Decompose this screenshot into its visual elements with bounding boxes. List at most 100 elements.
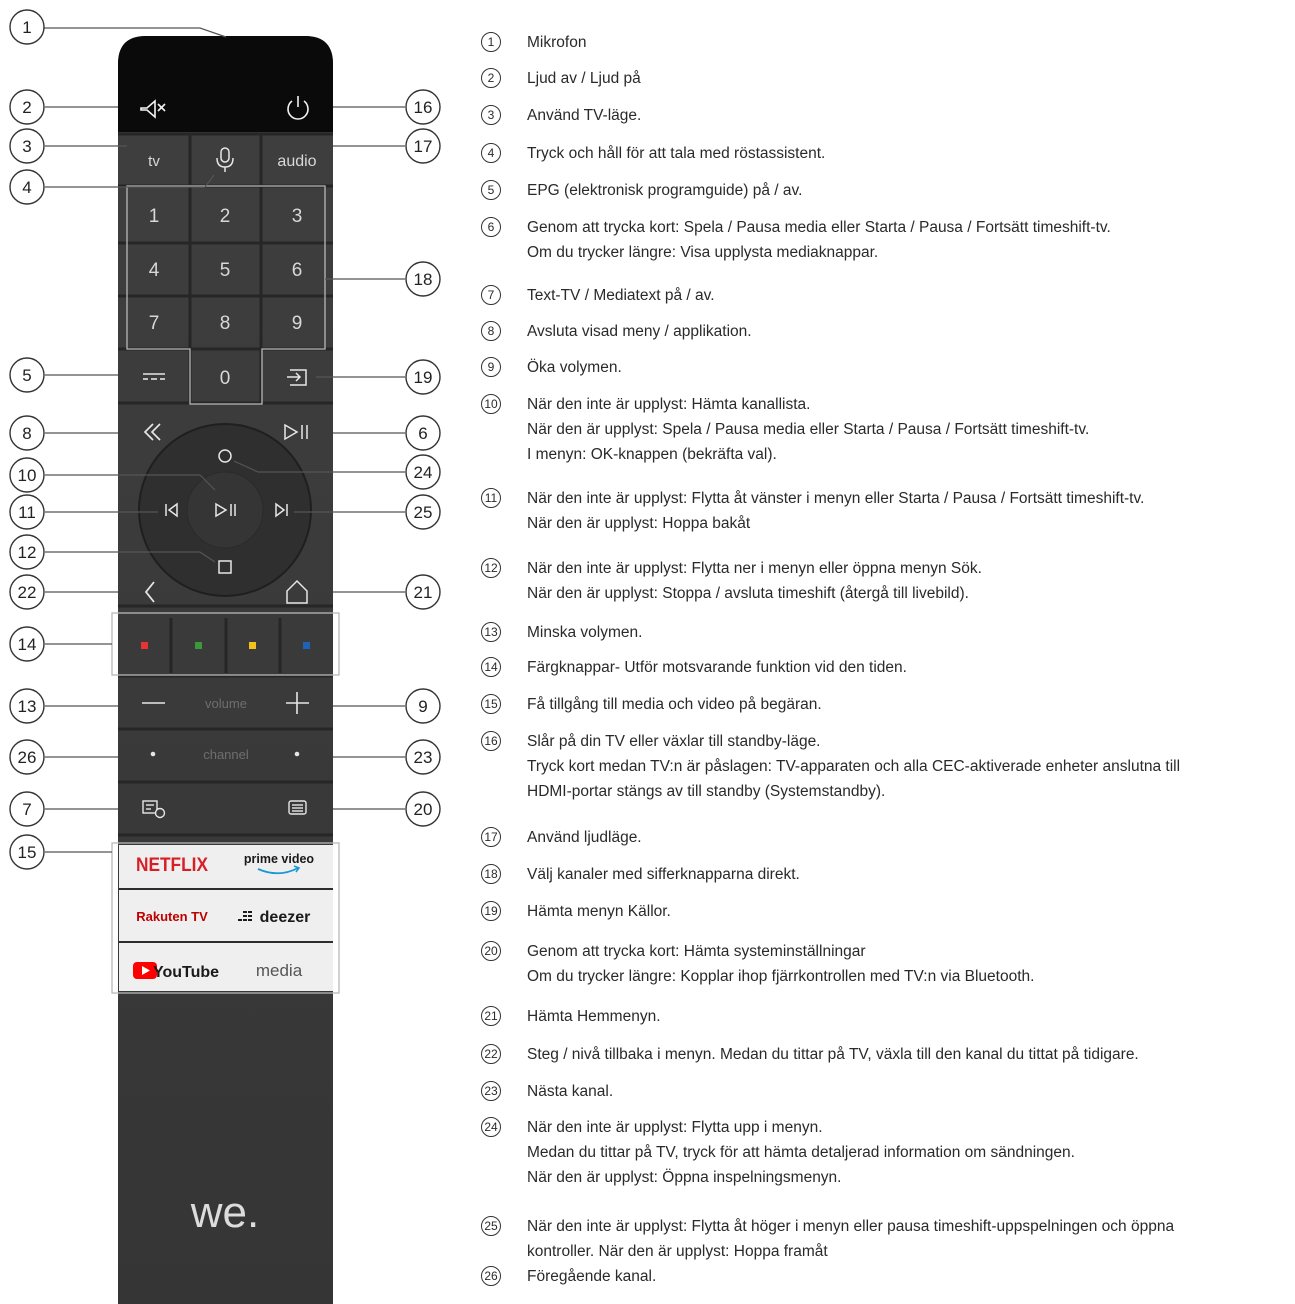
callout-12: 12 (9, 534, 45, 570)
svg-text:3: 3 (22, 137, 31, 156)
legend-text: Använd TV-läge. (527, 103, 641, 128)
digit-3-button[interactable]: 3 (292, 206, 303, 227)
legend-line: När den inte är upplyst: Hämta kanallist… (527, 396, 811, 413)
legend-text: Färgknappar- Utför motsvarande funktion … (527, 655, 907, 680)
svg-text:22: 22 (18, 583, 37, 602)
digit-5-button[interactable]: 5 (220, 260, 231, 281)
legend-number: 23 (481, 1081, 501, 1101)
legend-number: 1 (481, 32, 501, 52)
callout-16: 16 (405, 89, 441, 125)
callout-26: 26 (9, 739, 45, 775)
legend-number: 2 (481, 68, 501, 88)
legend-number: 3 (481, 105, 501, 125)
legend-line: Tryck kort medan TV:n är påslagen: TV-ap… (527, 758, 1181, 775)
digit-8-button[interactable]: 8 (220, 313, 231, 334)
legend-line: Avsluta visad meny / applikation. (527, 323, 752, 340)
svg-text:26: 26 (18, 748, 37, 767)
legend-line: Mikrofon (527, 34, 587, 51)
legend-text: När den inte är upplyst: Flytta ner i me… (527, 556, 982, 606)
legend-text: Avsluta visad meny / applikation. (527, 319, 752, 344)
svg-text:4: 4 (22, 178, 31, 197)
tv-button[interactable]: tv (148, 153, 160, 170)
svg-text:18: 18 (414, 270, 433, 289)
digit-1-button[interactable]: 1 (149, 206, 160, 227)
legend-text: EPG (elektronisk programguide) på / av. (527, 178, 802, 203)
legend-number: 16 (481, 731, 501, 751)
legend-number: 25 (481, 1216, 501, 1236)
prime-video-logo: prime video (244, 852, 315, 866)
digit-0-button[interactable]: 0 (220, 368, 231, 389)
digit-2-button[interactable]: 2 (220, 206, 231, 227)
rakuten-tv-button[interactable]: Rakuten TV (136, 909, 208, 924)
legend-line: Genom att trycka kort: Spela / Pausa med… (527, 219, 1111, 236)
legend-line: Föregående kanal. (527, 1268, 657, 1285)
blue-button[interactable] (303, 642, 310, 649)
svg-text:6: 6 (418, 424, 427, 443)
callout-2: 2 (9, 89, 45, 125)
legend-line: Tryck och håll för att tala med röstassi… (527, 145, 826, 162)
digit-9-button[interactable]: 9 (292, 313, 303, 334)
legend-line: I menyn: OK-knappen (bekräfta val). (527, 446, 777, 463)
legend-number: 10 (481, 394, 501, 414)
legend-line: Hämta Hemmenyn. (527, 1008, 661, 1025)
channel-label: channel (203, 747, 249, 762)
digit-4-button[interactable]: 4 (149, 260, 160, 281)
legend-text: Text-TV / Mediatext på / av. (527, 283, 715, 308)
svg-text:24: 24 (414, 463, 433, 482)
legend-text: Välj kanaler med sifferknapparna direkt. (527, 862, 800, 887)
legend-line: När den inte är upplyst: Flytta åt höger… (527, 1218, 1175, 1235)
legend-line: När den inte är upplyst: Flytta åt vänst… (527, 490, 1145, 507)
green-button[interactable] (195, 642, 202, 649)
legend-number: 7 (481, 285, 501, 305)
legend-line: Nästa kanal. (527, 1083, 614, 1100)
legend-text: När den inte är upplyst: Flytta åt vänst… (527, 486, 1144, 536)
svg-text:14: 14 (18, 635, 37, 654)
legend-text: Ljud av / Ljud på (527, 66, 641, 91)
legend-number: 8 (481, 321, 501, 341)
legend-text: Nästa kanal. (527, 1079, 613, 1104)
legend-text: Hämta menyn Källor. (527, 899, 671, 924)
netflix-button[interactable]: NETFLIX (136, 855, 208, 876)
svg-text:11: 11 (18, 503, 36, 522)
legend-line: Använd ljudläge. (527, 829, 642, 846)
legend-line: När den är upplyst: Stoppa / avsluta tim… (527, 585, 969, 602)
legend-line: EPG (elektronisk programguide) på / av. (527, 182, 803, 199)
channel-up-button[interactable] (294, 751, 300, 757)
callout-25: 25 (405, 494, 441, 530)
callout-6: 6 (405, 415, 441, 451)
media-button[interactable]: media (256, 961, 303, 980)
callout-11: 11 (9, 494, 45, 530)
legend-text: Föregående kanal. (527, 1264, 656, 1289)
legend-line: När den är upplyst: Öppna inspelningsmen… (527, 1169, 842, 1186)
audio-button[interactable]: audio (277, 153, 316, 170)
callout-1: 1 (9, 9, 45, 45)
legend-text: Slår på din TV eller växlar till standby… (527, 729, 1180, 804)
remote-top-panel (118, 36, 333, 132)
callout-22: 22 (9, 574, 45, 610)
callout-24: 24 (405, 454, 441, 490)
digit-6-button[interactable]: 6 (292, 260, 303, 281)
legend-number: 14 (481, 657, 501, 677)
red-button[interactable] (141, 642, 148, 649)
yellow-button[interactable] (249, 642, 256, 649)
legend-line: Ljud av / Ljud på (527, 70, 641, 87)
legend-line: Hämta menyn Källor. (527, 903, 671, 920)
legend-text: Få tillgång till media och video på begä… (527, 692, 822, 717)
legend-text: Steg / nivå tillbaka i menyn. Medan du t… (527, 1042, 1139, 1067)
callout-7: 7 (9, 791, 45, 827)
digit-7-button[interactable]: 7 (149, 313, 160, 334)
svg-text:2: 2 (22, 98, 31, 117)
callout-23: 23 (405, 739, 441, 775)
legend-number: 17 (481, 827, 501, 847)
legend-number: 18 (481, 864, 501, 884)
channel-down-button[interactable] (150, 751, 156, 757)
callout-4: 4 (9, 169, 45, 205)
youtube-button[interactable]: YouTube (133, 962, 219, 981)
legend-number: 20 (481, 941, 501, 961)
svg-text:17: 17 (414, 137, 433, 156)
legend-text: När den inte är upplyst: Hämta kanallist… (527, 392, 1089, 467)
legend-number: 12 (481, 558, 501, 578)
legend-line: Färgknappar- Utför motsvarande funktion … (527, 659, 907, 676)
legend-line: kontroller. När den är upplyst: Hoppa fr… (527, 1243, 828, 1260)
legend-text: Använd ljudläge. (527, 825, 642, 850)
